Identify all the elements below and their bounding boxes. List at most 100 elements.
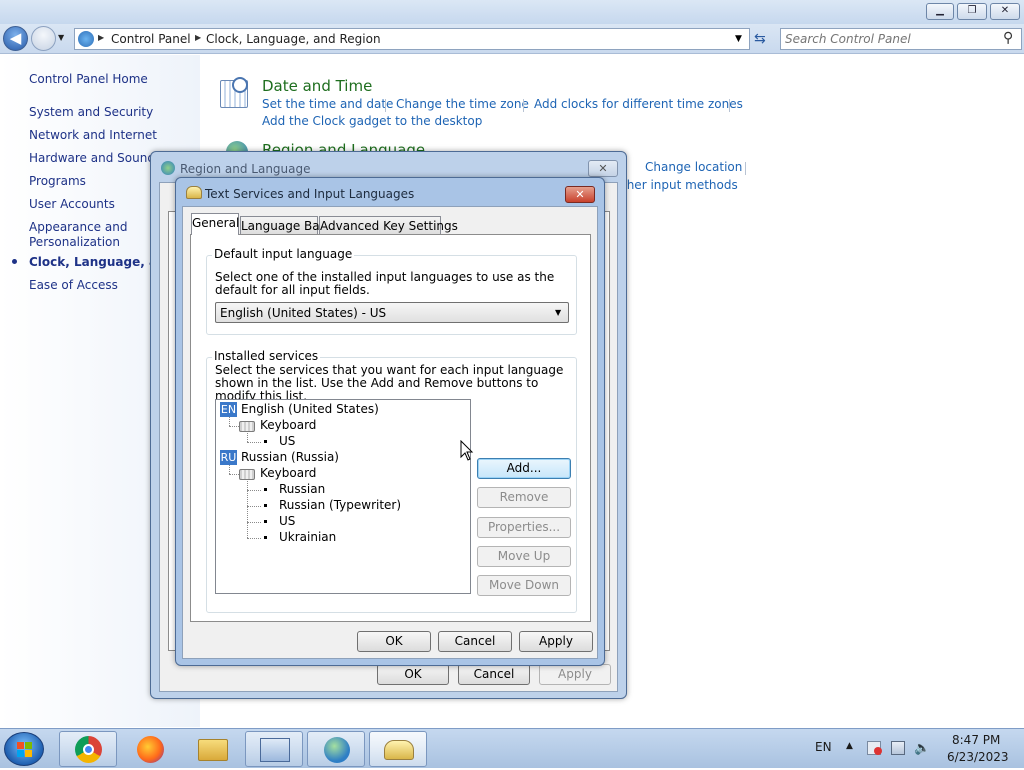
link-add-clocks[interactable]: Add clocks for different time zones xyxy=(534,97,743,111)
tab-advanced-key-settings[interactable]: Advanced Key Settings xyxy=(319,216,458,235)
link-change-time-zone[interactable]: Change the time zone xyxy=(396,97,529,111)
region-cancel-button[interactable]: Cancel xyxy=(458,664,530,685)
remove-button[interactable]: Remove xyxy=(477,487,571,508)
address-bar[interactable]: ▶ Control Panel ▶ Clock, Language, and R… xyxy=(74,28,750,50)
tree-item-ru-ukrainian[interactable]: Ukrainian xyxy=(279,530,336,544)
move-up-button[interactable]: Move Up xyxy=(477,546,571,567)
layout-bullet-icon xyxy=(264,440,267,443)
forward-button[interactable] xyxy=(31,26,56,51)
region-dialog-title: Region and Language xyxy=(180,162,311,176)
taskbar-text-services[interactable] xyxy=(369,731,427,767)
recent-pages-dropdown[interactable]: ▼ xyxy=(58,33,64,42)
search-box[interactable]: ⚲ xyxy=(780,28,1022,50)
tree-item-russian[interactable]: Russian (Russia) xyxy=(241,450,339,464)
keyboard-icon xyxy=(239,469,255,480)
link-set-time-date[interactable]: Set the time and date xyxy=(262,97,393,111)
clock-date[interactable]: 6/23/2023 xyxy=(947,750,1009,764)
tree-connector xyxy=(247,506,261,507)
tree-item-en-keyboard[interactable]: Keyboard xyxy=(260,418,316,432)
nav-user-accounts[interactable]: User Accounts xyxy=(29,197,115,211)
current-page-bullet-icon xyxy=(12,259,17,264)
refresh-icon[interactable]: ⇆ xyxy=(754,31,766,47)
ok-button[interactable]: OK xyxy=(357,631,431,652)
tree-connector xyxy=(229,465,230,474)
back-button[interactable]: ◀ xyxy=(3,26,28,51)
link-separator xyxy=(523,99,524,112)
chrome-icon xyxy=(75,736,102,763)
tab-language-bar[interactable]: Language Bar xyxy=(240,216,325,235)
region-dialog-globe-icon xyxy=(161,161,175,175)
nav-hardware-and-sound[interactable]: Hardware and Sound xyxy=(29,151,155,165)
start-button[interactable] xyxy=(4,732,44,766)
tab-general[interactable]: General xyxy=(191,213,239,235)
restore-button[interactable]: ❐ xyxy=(957,3,987,20)
nav-appearance-line2[interactable]: Personalization xyxy=(29,235,120,249)
nav-programs[interactable]: Programs xyxy=(29,174,86,188)
en-language-badge-icon: EN xyxy=(220,402,237,417)
tree-item-ru-russian[interactable]: Russian xyxy=(279,482,325,496)
action-center-icon[interactable] xyxy=(867,741,882,755)
layout-bullet-icon xyxy=(264,488,267,491)
layout-bullet-icon xyxy=(264,536,267,539)
taskbar-region-language[interactable] xyxy=(307,731,365,767)
volume-muted-icon[interactable]: 🔈 xyxy=(914,741,930,756)
window-titlebar: ▁ ❐ ✕ xyxy=(0,0,1024,24)
clock-time[interactable]: 8:47 PM xyxy=(952,733,1000,747)
text-services-close-button[interactable]: ✕ xyxy=(565,186,595,203)
breadcrumb-clock-language-region[interactable]: Clock, Language, and Region xyxy=(206,32,381,46)
taskbar-firefox[interactable] xyxy=(121,731,179,767)
breadcrumb-control-panel[interactable]: Control Panel xyxy=(111,32,191,46)
search-icon[interactable]: ⚲ xyxy=(1003,30,1013,46)
properties-button[interactable]: Properties... xyxy=(477,517,571,538)
nav-network-and-internet[interactable]: Network and Internet xyxy=(29,128,157,142)
tree-item-ru-us[interactable]: US xyxy=(279,514,295,528)
link-other-input-methods[interactable]: ther input methods xyxy=(622,178,738,192)
text-services-keyboard-icon xyxy=(186,186,202,199)
region-ok-button[interactable]: OK xyxy=(377,664,449,685)
move-down-button[interactable]: Move Down xyxy=(477,575,571,596)
close-window-button[interactable]: ✕ xyxy=(990,3,1020,20)
taskbar-control-panel[interactable] xyxy=(245,731,303,767)
default-input-language-label: Default input language xyxy=(212,247,355,261)
firefox-icon xyxy=(137,736,164,763)
keyboard-icon xyxy=(239,421,255,432)
nav-appearance-line1[interactable]: Appearance and xyxy=(29,220,127,234)
input-language-indicator[interactable]: EN xyxy=(815,740,832,754)
breadcrumb-chevron-icon[interactable]: ▶ xyxy=(195,33,201,42)
tree-item-en-us[interactable]: US xyxy=(279,434,295,448)
taskbar-chrome[interactable] xyxy=(59,731,117,767)
globe-taskbar-icon xyxy=(324,737,350,763)
text-services-dialog: Text Services and Input Languages ✕ Gene… xyxy=(175,177,605,666)
default-input-language-dropdown[interactable]: English (United States) - US ▼ xyxy=(215,302,569,323)
region-apply-button[interactable]: Apply xyxy=(539,664,611,685)
default-input-language-value: English (United States) - US xyxy=(220,306,387,320)
search-input[interactable] xyxy=(785,31,995,47)
apply-button[interactable]: Apply xyxy=(519,631,593,652)
nav-ease-of-access[interactable]: Ease of Access xyxy=(29,278,118,292)
control-panel-taskbar-icon xyxy=(260,738,290,762)
breadcrumb-chevron-icon[interactable]: ▶ xyxy=(98,33,104,42)
tree-connector xyxy=(247,490,261,491)
tree-item-ru-russian-typewriter[interactable]: Russian (Typewriter) xyxy=(279,498,401,512)
control-panel-icon xyxy=(78,31,94,47)
tree-connector xyxy=(247,442,261,443)
minimize-button[interactable]: ▁ xyxy=(926,3,954,20)
link-separator xyxy=(385,99,386,112)
tree-item-english[interactable]: English (United States) xyxy=(241,402,379,416)
layout-bullet-icon xyxy=(264,520,267,523)
nav-control-panel-home[interactable]: Control Panel Home xyxy=(29,72,148,86)
taskbar-explorer[interactable] xyxy=(183,731,241,767)
add-button[interactable]: Add... xyxy=(477,458,571,479)
address-dropdown-icon[interactable]: ▼ xyxy=(735,34,742,44)
installed-services-tree[interactable]: EN English (United States) Keyboard US R… xyxy=(215,399,471,594)
show-hidden-icons-button[interactable]: ▲ xyxy=(846,741,853,751)
clock-icon xyxy=(232,77,248,93)
date-time-title[interactable]: Date and Time xyxy=(262,77,372,95)
nav-system-and-security[interactable]: System and Security xyxy=(29,105,153,119)
region-dialog-close-button[interactable]: ✕ xyxy=(588,160,618,177)
link-clock-gadget[interactable]: Add the Clock gadget to the desktop xyxy=(262,114,482,128)
network-icon[interactable] xyxy=(891,741,905,755)
tree-item-ru-keyboard[interactable]: Keyboard xyxy=(260,466,316,480)
cancel-button[interactable]: Cancel xyxy=(438,631,512,652)
link-change-location[interactable]: Change location xyxy=(645,160,742,174)
